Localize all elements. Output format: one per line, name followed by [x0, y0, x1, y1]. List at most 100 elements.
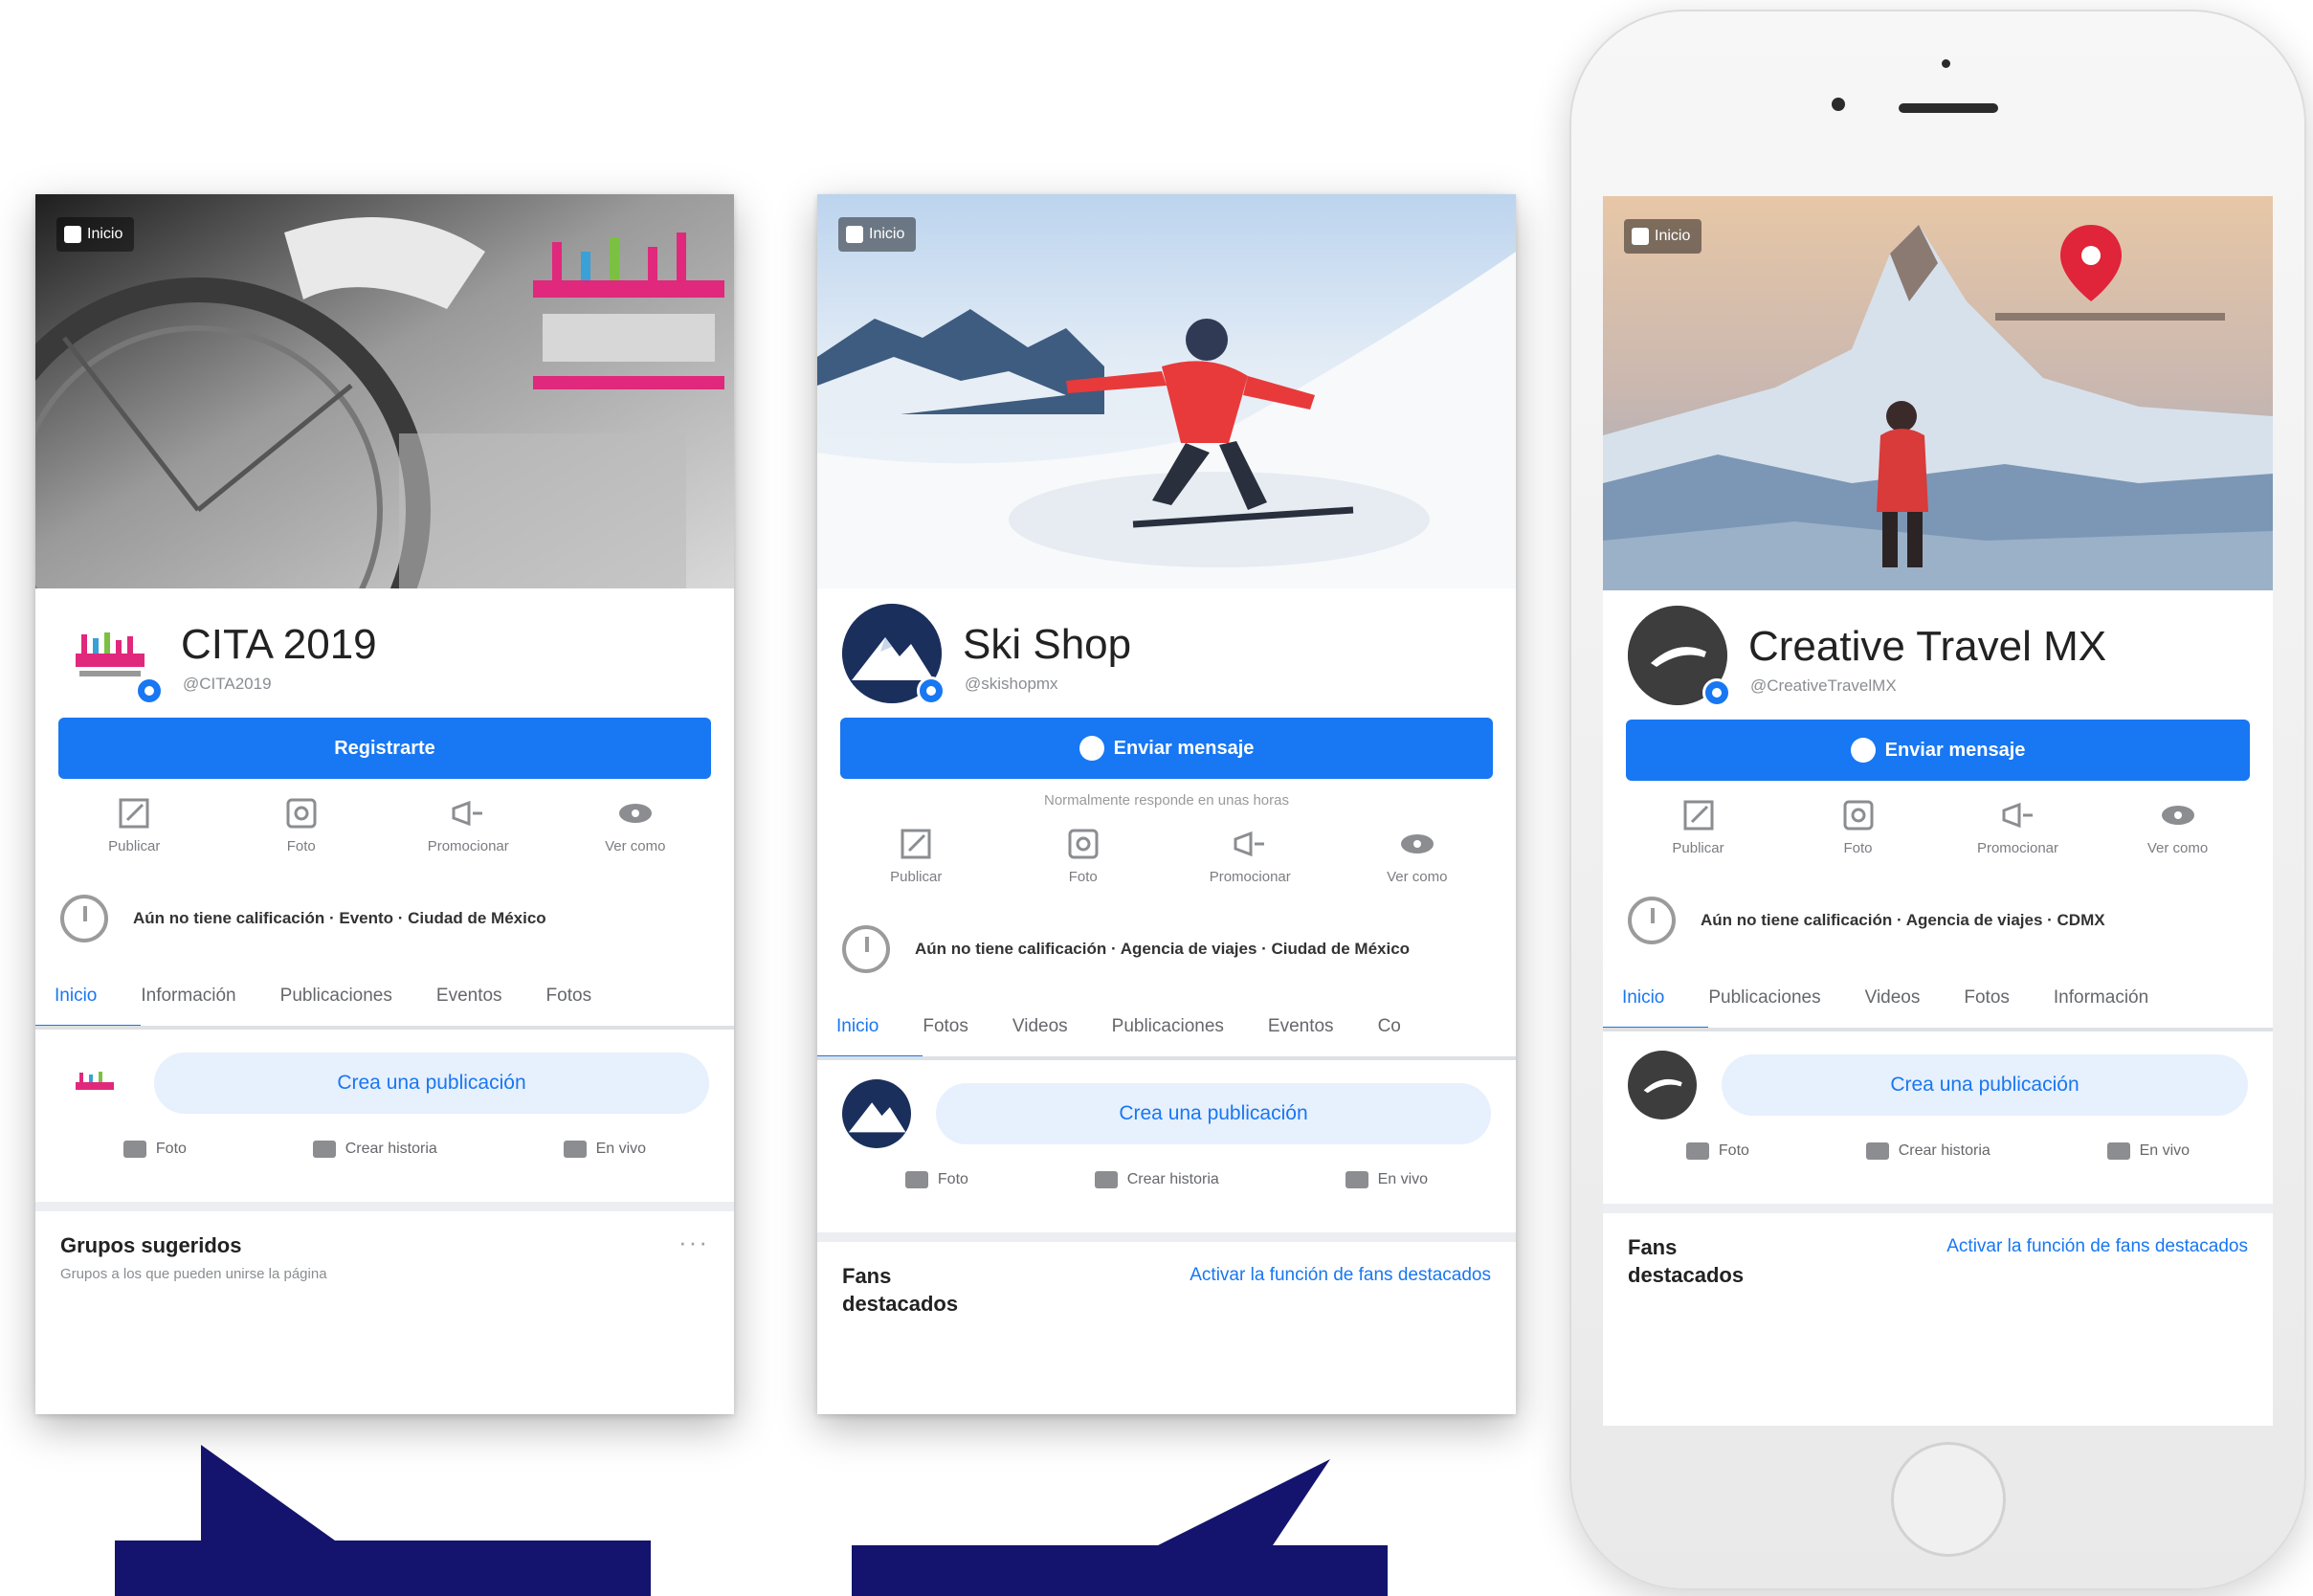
verified-badge-icon: [135, 676, 164, 705]
callout-arrow-right: [852, 1459, 1388, 1596]
action-publish[interactable]: Publicar: [1618, 798, 1778, 873]
photo-icon: [122, 1141, 146, 1158]
page-title: Ski Shop: [963, 621, 1132, 668]
cover-badge[interactable]: Inicio: [56, 217, 135, 252]
create-post-input[interactable]: Crea una publicación: [936, 1083, 1491, 1144]
tab-about[interactable]: Información: [2054, 987, 2148, 1009]
page-title: Creative Travel MX: [1748, 623, 2107, 670]
phone-frame: Inicio Creative Travel MX @CreativeTrave…: [1569, 10, 2306, 1590]
photo-icon: [1839, 798, 1878, 832]
tab-photos[interactable]: Fotos: [1964, 987, 2010, 1009]
cover-photo: Inicio: [1603, 196, 2273, 590]
story-icon: [1865, 1142, 1889, 1160]
active-tab-indicator: [1603, 1027, 1708, 1028]
cover-badge[interactable]: Inicio: [1624, 219, 1702, 254]
info-row: Aún no tiene calificación · Agencia de v…: [817, 901, 1516, 997]
tab-about[interactable]: Información: [141, 986, 235, 1007]
composer-photo-button[interactable]: Foto: [1685, 1142, 1749, 1160]
clock-icon: [842, 925, 890, 973]
composer-live-button[interactable]: En vivo: [2106, 1142, 2190, 1160]
speaker-grille: [1899, 103, 1998, 113]
tab-home[interactable]: Inicio: [1622, 987, 1664, 1009]
page-tabs: Inicio Información Publicaciones Eventos…: [35, 966, 734, 1030]
suggested-groups: Grupos sugeridos Grupos a los que pueden…: [60, 1228, 709, 1282]
post-composer: Crea una publicación Foto Crear historia…: [1603, 1031, 2273, 1213]
action-promote[interactable]: Promocionar: [385, 796, 552, 871]
action-photo[interactable]: Foto: [1000, 827, 1168, 901]
composer-story-button[interactable]: Crear historia: [312, 1141, 437, 1158]
action-photo[interactable]: Foto: [218, 796, 386, 871]
info-row: Aún no tiene calificación · Agencia de v…: [1603, 873, 2273, 968]
profile-header: Ski Shop @skishopmx: [817, 588, 1516, 718]
composer-story-button[interactable]: Crear historia: [1865, 1142, 1991, 1160]
composer-photo-button[interactable]: Foto: [122, 1141, 187, 1158]
page-mockup-ski-shop: Inicio Ski Shop @skishopmx Enviar mensaj…: [817, 194, 1516, 1414]
response-note: Normalmente responde en unas horas: [1044, 792, 1289, 809]
tab-home[interactable]: Inicio: [55, 986, 97, 1007]
featured-fans: Fans destacados Activar la función de fa…: [842, 1263, 1491, 1316]
tab-posts[interactable]: Publicaciones: [1112, 1016, 1224, 1037]
tab-videos[interactable]: Videos: [1012, 1016, 1068, 1037]
megaphone-icon: [1231, 827, 1269, 861]
action-bar: Publicar Foto Promocionar Ver como: [35, 779, 734, 871]
verified-badge-icon: [1702, 678, 1731, 707]
enable-featured-fans-link[interactable]: Activar la función de fans destacados: [1946, 1234, 2248, 1259]
photo-icon: [904, 1171, 928, 1188]
enable-featured-fans-link[interactable]: Activar la función de fans destacados: [1190, 1263, 1491, 1288]
info-row: Aún no tiene calificación · Evento · Ciu…: [35, 871, 734, 966]
post-composer: Crea una publicación Foto Crear historia…: [35, 1030, 734, 1211]
home-icon: [846, 226, 863, 243]
send-message-button[interactable]: Enviar mensaje: [840, 718, 1493, 779]
tab-events[interactable]: Eventos: [1268, 1016, 1334, 1037]
profile-header: Creative Travel MX @CreativeTravelMX: [1603, 590, 2273, 720]
action-bar: Publicar Foto Promocionar Ver como: [1603, 781, 2273, 873]
page-tabs: Inicio Fotos Videos Publicaciones Evento…: [817, 997, 1516, 1060]
create-post-input[interactable]: Crea una publicación: [1722, 1054, 2248, 1116]
action-publish[interactable]: Publicar: [51, 796, 218, 871]
home-button[interactable]: [1891, 1442, 2006, 1557]
clock-icon: [1628, 897, 1676, 944]
clock-icon: [60, 895, 108, 942]
composer-live-button[interactable]: En vivo: [563, 1141, 646, 1158]
eye-icon: [1398, 827, 1436, 861]
cita-logo-icon: [76, 632, 145, 676]
story-icon: [312, 1141, 336, 1158]
page-handle: @CreativeTravelMX: [1750, 676, 1897, 695]
page-handle: @CITA2019: [183, 675, 272, 693]
edit-icon: [115, 796, 153, 831]
action-promote[interactable]: Promocionar: [1167, 827, 1334, 901]
create-post-input[interactable]: Crea una publicación: [154, 1053, 709, 1114]
tab-posts[interactable]: Publicaciones: [280, 986, 392, 1007]
send-message-button[interactable]: Enviar mensaje: [1626, 720, 2250, 781]
action-bar: Publicar Foto Promocionar Ver como: [817, 809, 1516, 901]
tab-posts[interactable]: Publicaciones: [1708, 987, 1820, 1009]
action-view-as[interactable]: Ver como: [1334, 827, 1501, 901]
photo-icon: [282, 796, 321, 831]
tab-photos[interactable]: Fotos: [546, 986, 592, 1007]
messenger-icon: [1850, 738, 1876, 763]
tab-photos[interactable]: Fotos: [923, 1016, 968, 1037]
more-icon[interactable]: ···: [678, 1230, 709, 1254]
story-icon: [1094, 1171, 1118, 1188]
composer-photo-button[interactable]: Foto: [904, 1171, 968, 1188]
composer-live-button[interactable]: En vivo: [1345, 1171, 1428, 1188]
megaphone-icon: [1999, 798, 2037, 832]
action-view-as[interactable]: Ver como: [552, 796, 720, 871]
action-publish[interactable]: Publicar: [833, 827, 1000, 901]
tab-home[interactable]: Inicio: [836, 1016, 878, 1037]
active-tab-indicator: [817, 1055, 923, 1056]
photo-icon: [1685, 1142, 1709, 1160]
cover-badge[interactable]: Inicio: [838, 217, 917, 252]
tab-more[interactable]: Co: [1378, 1016, 1401, 1037]
video-icon: [1345, 1171, 1368, 1188]
action-promote[interactable]: Promocionar: [1938, 798, 2098, 873]
composer-avatar: [1628, 1051, 1697, 1119]
register-button[interactable]: Registrarte: [58, 718, 711, 779]
composer-story-button[interactable]: Crear historia: [1094, 1171, 1219, 1188]
page-title: CITA 2019: [181, 621, 377, 668]
verified-badge-icon: [917, 676, 945, 705]
tab-events[interactable]: Eventos: [436, 986, 502, 1007]
tab-videos[interactable]: Videos: [1865, 987, 1921, 1009]
action-view-as[interactable]: Ver como: [2098, 798, 2257, 873]
action-photo[interactable]: Foto: [1778, 798, 1938, 873]
